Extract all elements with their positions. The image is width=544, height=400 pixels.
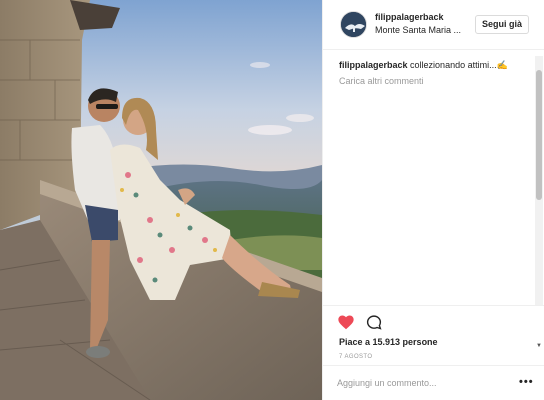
- photo-couple-on-stone-wall: [0, 0, 322, 400]
- caption: filippalagerback collezionando attimi...…: [339, 60, 508, 71]
- post-side-panel: filippalagerback Monte Santa Maria ... S…: [322, 0, 544, 400]
- comments-area: filippalagerback collezionando attimi...…: [323, 50, 544, 349]
- caption-text: collezionando attimi...: [410, 60, 497, 70]
- header-location[interactable]: Monte Santa Maria ...: [375, 25, 461, 35]
- caption-emoji: ✍: [496, 60, 508, 70]
- post-actions: Piace a 15.913 persone 7 AGOSTO: [323, 305, 544, 365]
- load-more-comments-link[interactable]: Carica altri commenti: [339, 76, 424, 86]
- more-options-icon[interactable]: •••: [519, 377, 534, 388]
- post-date: 7 AGOSTO: [339, 354, 373, 360]
- header-username[interactable]: filippalagerback: [375, 12, 444, 22]
- follow-button[interactable]: Segui già: [475, 15, 529, 34]
- avatar[interactable]: [340, 11, 367, 38]
- heart-icon[interactable]: [337, 314, 355, 330]
- post-header: filippalagerback Monte Santa Maria ... S…: [323, 0, 544, 50]
- caption-username[interactable]: filippalagerback: [339, 60, 408, 70]
- avatar-icon: [341, 12, 366, 37]
- comment-input[interactable]: [337, 375, 507, 391]
- scrollbar-thumb[interactable]: [536, 70, 542, 200]
- comment-icon[interactable]: [365, 314, 383, 331]
- post-photo[interactable]: [0, 0, 322, 400]
- comments-scrollbar[interactable]: [535, 56, 543, 306]
- add-comment-bar: •••: [323, 365, 544, 400]
- likes-count[interactable]: Piace a 15.913 persone: [339, 337, 438, 347]
- instagram-post: filippalagerback Monte Santa Maria ... S…: [0, 0, 544, 400]
